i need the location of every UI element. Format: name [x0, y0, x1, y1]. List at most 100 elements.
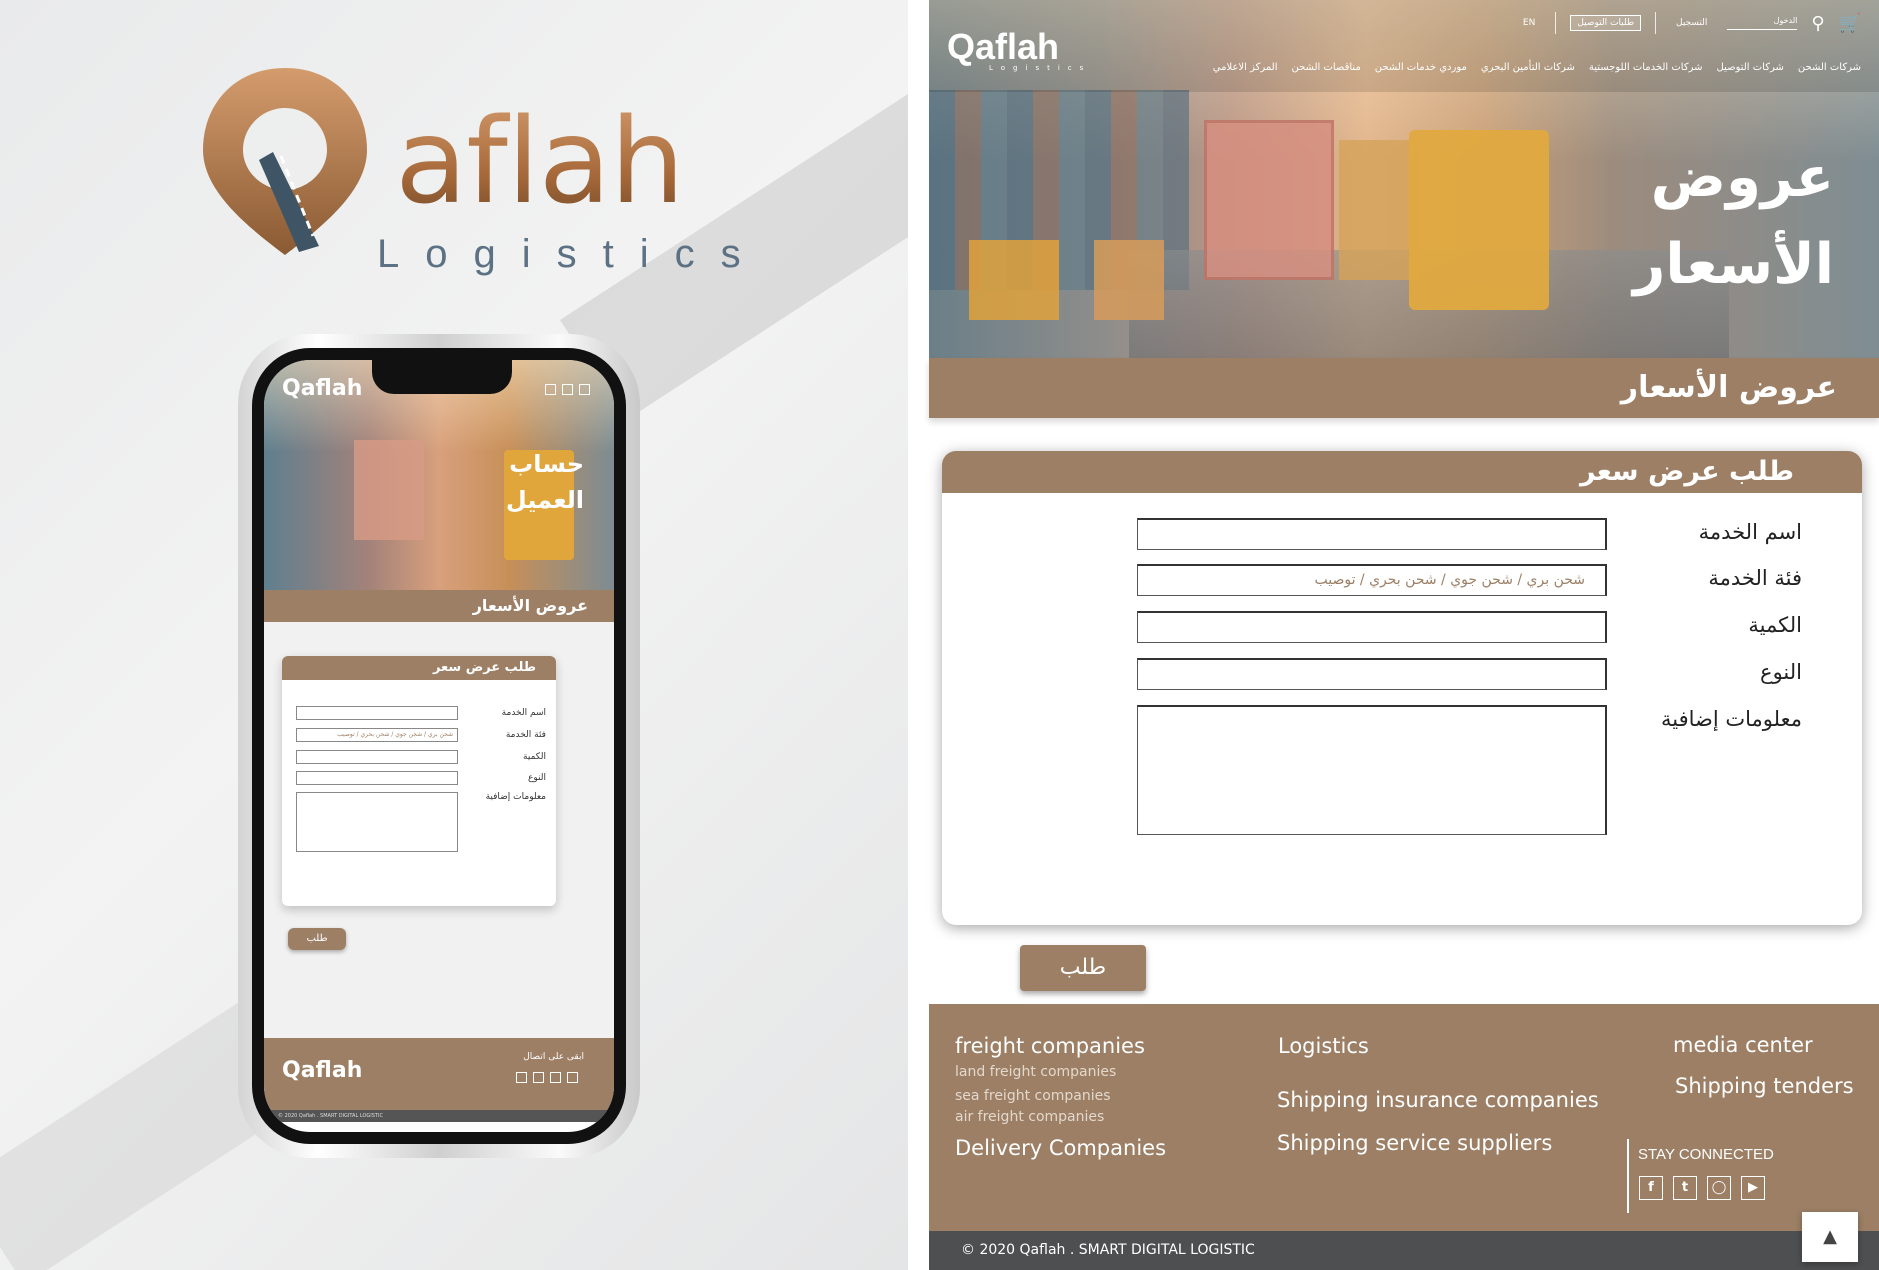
- register-link[interactable]: التسجيل: [1670, 16, 1713, 30]
- phone-form-row: شحن بري / شحن جوي / شحن بحري / توصيب فئة…: [296, 728, 546, 742]
- phone-section-band: عروض الأسعار: [264, 590, 614, 622]
- footer-link-suppliers[interactable]: Shipping service suppliers: [1277, 1131, 1552, 1155]
- twitter-icon[interactable]: t: [1673, 1176, 1697, 1200]
- facebook-icon[interactable]: [516, 1072, 527, 1083]
- phone-quote-card: طلب عرض سعر اسم الخدمة شحن بري / شحن جوي…: [282, 656, 556, 906]
- phone-social-links: [516, 1072, 578, 1083]
- social-links: f t ◯ ▶: [1639, 1176, 1765, 1200]
- phone-screen: Qaflah حساب العميل عروض الأسعار طلب عرض …: [264, 360, 614, 1132]
- hero-title: عروض الأسعار: [1633, 135, 1834, 309]
- type-input[interactable]: [1137, 658, 1607, 690]
- showcase-panel: aflah Logistics Qaflah حساب العميل عروض …: [0, 0, 908, 1270]
- page: aflah Logistics Qaflah حساب العميل عروض …: [0, 0, 1879, 1270]
- hero-title-line-1: حساب: [509, 450, 584, 478]
- site-logo[interactable]: Qaflah Logistics: [947, 26, 1083, 72]
- cart-icon[interactable]: [579, 384, 590, 395]
- divider: [1627, 1139, 1629, 1213]
- service-category-input[interactable]: شحن بري / شحن جوي / شحن بحري / توصيب: [1137, 564, 1607, 596]
- cart-icon[interactable]: 🛒: [1839, 13, 1861, 34]
- divider: [1655, 12, 1657, 34]
- phone-logo[interactable]: Qaflah: [282, 376, 362, 401]
- footer-link-sea-freight[interactable]: sea freight companies: [955, 1088, 1111, 1104]
- phone-service-name-input[interactable]: [296, 706, 458, 720]
- hero-title-line-1: عروض: [1650, 145, 1834, 210]
- quantity-input[interactable]: [1137, 611, 1607, 643]
- phone-form-row: النوع: [296, 771, 546, 785]
- phone-card-title: طلب عرض سعر: [282, 656, 556, 680]
- site-footer: freight companies land freight companies…: [929, 1004, 1879, 1231]
- user-icon[interactable]: [562, 384, 573, 395]
- service-category-label: فئة الخدمة: [1708, 566, 1802, 590]
- logo-word: aflah: [395, 92, 685, 230]
- main-nav: شركات الشحن شركات التوصيل شركات الخدمات …: [1213, 62, 1861, 73]
- hero-title-line-2: الأسعار: [1633, 231, 1834, 297]
- phone-type-input[interactable]: [296, 771, 458, 785]
- footer-link-media[interactable]: media center: [1673, 1033, 1813, 1057]
- footer-link-delivery[interactable]: Delivery Companies: [955, 1136, 1166, 1160]
- nav-item-logistics[interactable]: شركات الخدمات اللوجستية: [1589, 62, 1703, 73]
- phone-stay-connected: ابقى على اتصال: [523, 1052, 584, 1062]
- form-row: النوع: [942, 658, 1862, 698]
- quote-request-card: طلب عرض سعر اسم الخدمة شحن بري / شحن جوي…: [942, 451, 1862, 925]
- phone-header-icons: [545, 384, 590, 395]
- instagram-icon[interactable]: ◯: [1707, 1176, 1731, 1200]
- phone-extra-info-textarea[interactable]: [296, 792, 458, 852]
- service-name-input[interactable]: [1137, 518, 1607, 550]
- phone-form-row: اسم الخدمة: [296, 706, 546, 720]
- phone-footer-logo[interactable]: Qaflah: [282, 1058, 362, 1083]
- brand-logo: aflah Logistics: [195, 60, 741, 280]
- hero-banner: Qaflah Logistics EN طلبات التوصيل التسجي…: [929, 0, 1879, 358]
- arrow-up-icon: ▲: [1823, 1226, 1837, 1247]
- card-title: طلب عرض سعر: [942, 451, 1862, 493]
- divider: [1555, 12, 1557, 34]
- nav-item-media[interactable]: المركز الاعلامي: [1213, 62, 1278, 73]
- phone-form-row: معلومات إضافية: [296, 792, 546, 852]
- nav-item-insurance[interactable]: شركات التأمين البحري: [1481, 62, 1575, 73]
- footer-link-insurance[interactable]: Shipping insurance companies: [1277, 1088, 1599, 1112]
- footer-link-tenders[interactable]: Shipping tenders: [1675, 1074, 1854, 1098]
- language-toggle[interactable]: EN: [1517, 16, 1541, 30]
- instagram-icon[interactable]: [550, 1072, 561, 1083]
- phone-service-category-input[interactable]: شحن بري / شحن جوي / شحن بحري / توصيب: [296, 728, 458, 742]
- nav-item-tenders[interactable]: مناقصات الشحن: [1291, 62, 1360, 73]
- phone-quantity-input[interactable]: [296, 750, 458, 764]
- copyright-bar: © 2020 Qaflah . SMART DIGITAL LOGISTIC: [929, 1231, 1879, 1270]
- footer-link-freight[interactable]: freight companies: [955, 1034, 1145, 1058]
- footer-link-logistics[interactable]: Logistics: [1278, 1034, 1369, 1058]
- phone-field-label: النوع: [528, 773, 546, 783]
- footer-link-air-freight[interactable]: air freight companies: [955, 1109, 1104, 1125]
- phone-body: طلب عرض سعر اسم الخدمة شحن بري / شحن جوي…: [264, 622, 614, 1038]
- youtube-icon[interactable]: ▶: [1741, 1176, 1765, 1200]
- stay-connected-label: STAY CONNECTED: [1638, 1146, 1774, 1163]
- extra-info-textarea[interactable]: [1137, 705, 1607, 835]
- login-link[interactable]: الدخول: [1727, 16, 1798, 30]
- search-icon[interactable]: ⚲: [1811, 13, 1824, 34]
- nav-item-suppliers[interactable]: موردي خدمات الشحن: [1375, 62, 1467, 73]
- phone-field-label: اسم الخدمة: [501, 708, 546, 718]
- footer-link-land-freight[interactable]: land freight companies: [955, 1064, 1116, 1080]
- phone-copyright: © 2020 Qaflah . SMART DIGITAL LOGISTIC: [264, 1110, 614, 1122]
- nav-item-delivery[interactable]: شركات التوصيل: [1716, 62, 1783, 73]
- form-row: اسم الخدمة: [942, 518, 1862, 558]
- twitter-icon[interactable]: [533, 1072, 544, 1083]
- site-logo-text: Qaflah: [947, 26, 1060, 67]
- delivery-orders-button[interactable]: طلبات التوصيل: [1570, 15, 1642, 31]
- scroll-to-top-button[interactable]: ▲: [1802, 1212, 1858, 1262]
- youtube-icon[interactable]: [567, 1072, 578, 1083]
- desktop-page: Qaflah Logistics EN طلبات التوصيل التسجي…: [929, 0, 1879, 1270]
- hero-title-line-2: العميل: [505, 486, 584, 514]
- phone-form-row: الكمية: [296, 750, 546, 764]
- service-name-label: اسم الخدمة: [1698, 520, 1802, 544]
- search-icon[interactable]: [545, 384, 556, 395]
- phone-hero-title: حساب العميل: [506, 446, 584, 518]
- nav-item-freight[interactable]: شركات الشحن: [1798, 62, 1861, 73]
- facebook-icon[interactable]: f: [1639, 1176, 1663, 1200]
- logo-subtitle: Logistics: [377, 232, 767, 276]
- top-navbar: Qaflah Logistics EN طلبات التوصيل التسجي…: [929, 0, 1879, 92]
- site-logo-subtitle: Logistics: [989, 64, 1092, 72]
- phone-submit-button[interactable]: طلب: [288, 928, 346, 950]
- submit-request-button[interactable]: طلب: [1020, 945, 1146, 991]
- form-row: معلومات إضافية: [942, 705, 1862, 845]
- quantity-label: الكمية: [1748, 613, 1802, 637]
- utility-bar: EN طلبات التوصيل التسجيل الدخول ⚲ 🛒: [1517, 12, 1861, 34]
